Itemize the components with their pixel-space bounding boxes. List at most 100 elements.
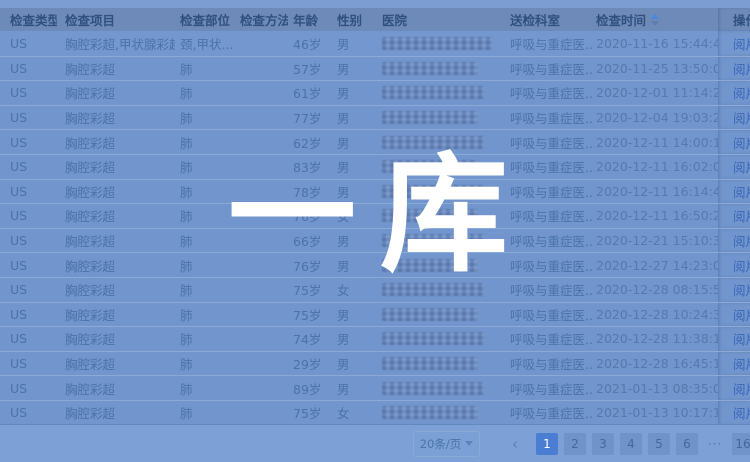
column-header-hospital: 医院 xyxy=(378,8,505,31)
sort-descending-icon[interactable] xyxy=(651,21,659,26)
cell-gender: 男 xyxy=(333,31,378,56)
cell-actions: 阅片 xyxy=(718,352,750,376)
cell-gender: 女 xyxy=(333,401,378,425)
view-film-link[interactable]: 阅片 xyxy=(733,157,750,176)
cell-exam-time: 2020-12-28 08:15:51 xyxy=(592,278,718,302)
view-film-link[interactable]: 阅片 xyxy=(733,329,750,348)
cell-exam-part: 肺 xyxy=(175,327,235,351)
cell-exam-type: US xyxy=(0,229,57,253)
view-film-link[interactable]: 阅片 xyxy=(733,354,750,373)
view-film-link[interactable]: 阅片 xyxy=(733,59,750,78)
pagination-bar: 20条/页 ‹ 123456 ··· 16 xyxy=(0,424,750,462)
cell-exam-part: 肺 xyxy=(175,352,235,376)
cell-actions: 阅片 xyxy=(718,401,750,425)
view-film-link[interactable]: 阅片 xyxy=(733,256,750,275)
cell-hospital xyxy=(378,130,505,154)
page-button-5[interactable]: 5 xyxy=(648,433,670,455)
cell-age: 75岁 xyxy=(288,401,333,425)
cell-hospital xyxy=(378,376,505,400)
prev-page-button[interactable]: ‹ xyxy=(504,433,526,455)
cell-exam-type: US xyxy=(0,303,57,327)
cell-gender: 男 xyxy=(333,57,378,81)
cell-exam-item: 胸腔彩超 xyxy=(57,376,175,400)
page-button-4[interactable]: 4 xyxy=(620,433,642,455)
cell-exam-time: 2020-12-01 11:14:21 xyxy=(592,81,718,105)
page-button-6[interactable]: 6 xyxy=(676,433,698,455)
cell-exam-item: 胸腔彩超 xyxy=(57,401,175,425)
cell-exam-time: 2020-12-21 15:10:33 xyxy=(592,229,718,253)
cell-exam-item: 胸腔彩超 xyxy=(57,229,175,253)
redacted-hospital-block xyxy=(382,406,478,419)
cell-exam-part: 肺 xyxy=(175,303,235,327)
cell-exam-item: 胸腔彩超 xyxy=(57,57,175,81)
cell-hospital xyxy=(378,180,505,204)
view-film-link[interactable]: 阅片 xyxy=(733,108,750,127)
cell-department: 呼吸与重症医... xyxy=(505,106,592,130)
cell-age: 75岁 xyxy=(288,303,333,327)
cell-exam-part: 肺 xyxy=(175,401,235,425)
table-row: US 胸腔彩超 肺 76岁 男 呼吸与重症医... 2020-12-27 14:… xyxy=(0,252,750,277)
view-film-link[interactable]: 阅片 xyxy=(733,231,750,250)
cell-hospital xyxy=(378,303,505,327)
page-button-3[interactable]: 3 xyxy=(592,433,614,455)
cell-age: 74岁 xyxy=(288,327,333,351)
cell-exam-time: 2020-12-11 16:50:25 xyxy=(592,204,718,228)
view-film-link[interactable]: 阅片 xyxy=(733,182,750,201)
cell-actions: 阅片 xyxy=(718,327,750,351)
cell-gender: 女 xyxy=(333,278,378,302)
page-button-1[interactable]: 1 xyxy=(536,433,558,455)
page-button-16[interactable]: 16 xyxy=(732,433,750,455)
table-row: US 胸腔彩超 肺 75岁 女 呼吸与重症医... 2020-12-28 08:… xyxy=(0,277,750,302)
sort-caret-icon[interactable] xyxy=(651,14,659,26)
redacted-hospital-block xyxy=(382,37,492,50)
cell-age: 46岁 xyxy=(288,31,333,56)
cell-gender: 男 xyxy=(333,253,378,277)
table-row: US 胸腔彩超 肺 29岁 男 呼吸与重症医... 2020-12-28 16:… xyxy=(0,351,750,376)
sort-ascending-icon[interactable] xyxy=(651,14,659,19)
cell-gender: 男 xyxy=(333,352,378,376)
cell-hospital xyxy=(378,106,505,130)
redacted-hospital-block xyxy=(382,234,484,247)
cell-exam-item: 胸腔彩超 xyxy=(57,352,175,376)
cell-age: 29岁 xyxy=(288,352,333,376)
cell-exam-item: 胸腔彩超 xyxy=(57,303,175,327)
view-film-link[interactable]: 阅片 xyxy=(733,34,750,53)
table-row: US 胸腔彩超 肺 74岁 男 呼吸与重症医... 2020-12-28 11:… xyxy=(0,326,750,351)
column-header-age: 年龄 xyxy=(288,8,333,31)
cell-age: 76岁 xyxy=(288,204,333,228)
table-row: US 胸腔彩超 肺 57岁 男 呼吸与重症医... 2020-11-25 13:… xyxy=(0,56,750,81)
cell-exam-method xyxy=(235,204,288,228)
cell-exam-method xyxy=(235,155,288,179)
redacted-hospital-block xyxy=(382,283,484,296)
page-button-2[interactable]: 2 xyxy=(564,433,586,455)
top-strip xyxy=(0,0,750,8)
cell-department: 呼吸与重症医... xyxy=(505,352,592,376)
cell-hospital xyxy=(378,31,505,56)
cell-exam-item: 胸腔彩超 xyxy=(57,130,175,154)
cell-exam-item: 胸腔彩超 xyxy=(57,81,175,105)
cell-exam-method xyxy=(235,229,288,253)
view-film-link[interactable]: 阅片 xyxy=(733,133,750,152)
cell-exam-method xyxy=(235,327,288,351)
column-header-exam-time[interactable]: 检查时间 xyxy=(592,8,718,31)
page-size-select[interactable]: 20条/页 xyxy=(413,431,480,457)
view-film-link[interactable]: 阅片 xyxy=(733,379,750,398)
cell-exam-item: 胸腔彩超 xyxy=(57,253,175,277)
redacted-hospital-block xyxy=(382,259,478,272)
cell-department: 呼吸与重症医... xyxy=(505,376,592,400)
cell-gender: 男 xyxy=(333,106,378,130)
cell-actions: 阅片 xyxy=(718,278,750,302)
view-film-link[interactable]: 阅片 xyxy=(733,280,750,299)
cell-hospital xyxy=(378,278,505,302)
cell-hospital xyxy=(378,57,505,81)
more-pages-button[interactable]: ··· xyxy=(704,433,726,455)
view-film-link[interactable]: 阅片 xyxy=(733,206,750,225)
cell-hospital xyxy=(378,253,505,277)
cell-actions: 阅片 xyxy=(718,81,750,105)
cell-exam-time: 2021-01-13 10:17:16 xyxy=(592,401,718,425)
cell-exam-type: US xyxy=(0,31,57,56)
view-film-link[interactable]: 阅片 xyxy=(733,305,750,324)
view-film-link[interactable]: 阅片 xyxy=(733,403,750,422)
view-film-link[interactable]: 阅片 xyxy=(733,83,750,102)
cell-exam-method xyxy=(235,180,288,204)
